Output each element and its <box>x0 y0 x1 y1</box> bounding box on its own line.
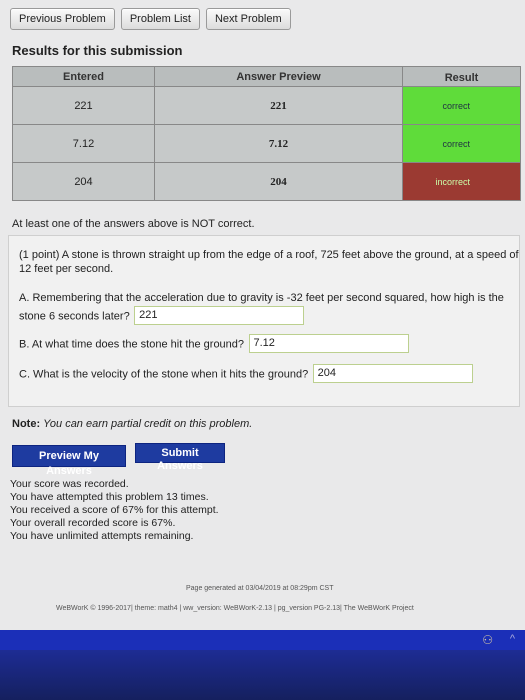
bottom-bar: ⚇ ^ <box>0 630 525 700</box>
score-line: You have unlimited attempts remaining. <box>10 530 194 542</box>
chevron-up-icon[interactable]: ^ <box>510 633 515 645</box>
page-generated-text: Page generated at 03/04/2019 at 08:29pm … <box>186 585 334 592</box>
table-row: 204 204 incorrect <box>12 162 521 201</box>
incorrect-warning: At least one of the answers above is NOT… <box>12 218 255 230</box>
result-cell: incorrect <box>402 162 521 201</box>
header-result: Result <box>402 66 521 87</box>
header-answer-preview: Answer Preview <box>154 66 403 87</box>
part-c: C. What is the velocity of the stone whe… <box>19 364 519 383</box>
results-table: Entered Answer Preview Result 221 221 co… <box>12 66 521 201</box>
preview-cell: 7.12 <box>154 124 403 163</box>
score-line: You received a score of 67% for this att… <box>10 504 219 516</box>
part-b: B. At what time does the stone hit the g… <box>19 334 519 353</box>
result-cell: correct <box>402 86 521 125</box>
part-b-question: B. At what time does the stone hit the g… <box>19 338 245 351</box>
score-line: Your overall recorded score is 67%. <box>10 517 176 529</box>
note-label: Note: <box>12 418 41 430</box>
header-entered: Entered <box>12 66 155 87</box>
problem-statement: (1 point) A stone is thrown straight up … <box>19 249 519 275</box>
preview-cell: 204 <box>154 162 403 201</box>
part-a: A. Remembering that the acceleration due… <box>19 288 519 325</box>
preview-my-answers-button[interactable]: Preview My Answers <box>12 445 126 477</box>
result-cell: correct <box>402 124 521 163</box>
table-row: 221 221 correct <box>12 86 521 125</box>
score-summary: Your score was recorded. You have attemp… <box>10 478 219 543</box>
part-a-answer-input[interactable]: 221 <box>134 306 305 325</box>
preview-cell: 221 <box>154 86 403 125</box>
part-c-answer-input[interactable]: 204 <box>312 364 473 383</box>
credits-text: WeBWorK © 1996-2017| theme: math4 | ww_v… <box>56 605 414 612</box>
results-title: Results for this submission <box>12 43 183 58</box>
entered-cell: 204 <box>12 162 155 201</box>
problem-nav: Previous Problem Problem List Next Probl… <box>10 8 291 30</box>
note-text: You can earn partial credit on this prob… <box>43 418 253 430</box>
previous-problem-button[interactable]: Previous Problem <box>10 8 115 30</box>
score-line: You have attempted this problem 13 times… <box>10 491 209 503</box>
next-problem-button[interactable]: Next Problem <box>205 8 291 30</box>
part-b-answer-input[interactable]: 7.12 <box>248 334 409 353</box>
problem-list-button[interactable]: Problem List <box>120 8 200 30</box>
part-c-question: C. What is the velocity of the stone whe… <box>19 368 309 381</box>
problem-panel: (1 point) A stone is thrown straight up … <box>8 235 520 407</box>
table-row: 7.12 7.12 correct <box>12 124 521 163</box>
bottom-toolbar <box>0 630 525 650</box>
results-header-row: Entered Answer Preview Result <box>12 66 521 87</box>
people-icon[interactable]: ⚇ <box>482 633 493 647</box>
entered-cell: 221 <box>12 86 155 125</box>
partial-credit-note: Note: You can earn partial credit on thi… <box>12 418 252 430</box>
score-line: Your score was recorded. <box>10 478 129 490</box>
entered-cell: 7.12 <box>12 124 155 163</box>
submit-answers-button[interactable]: Submit Answers <box>135 443 225 472</box>
